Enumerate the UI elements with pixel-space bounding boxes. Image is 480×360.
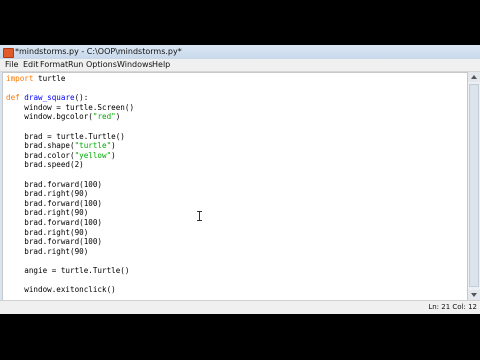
code-token: ) — [115, 112, 121, 122]
code-editor[interactable]: import turtle def draw_square(): window =… — [2, 72, 468, 302]
code-token: brad.forward(100) — [6, 237, 103, 247]
code-line[interactable]: window.exitonclick() — [6, 285, 134, 295]
code-token: brad.forward(100) — [6, 217, 103, 227]
code-token: turtle — [33, 74, 66, 83]
scroll-thumb[interactable] — [469, 84, 479, 287]
code-token: brad.right(90) — [6, 246, 89, 256]
code-line[interactable]: brad.forward(100) — [6, 199, 134, 209]
code-line[interactable] — [6, 170, 134, 180]
code-line[interactable]: brad.right(90) — [6, 228, 134, 238]
text-cursor-icon — [197, 211, 203, 221]
code-token: def — [6, 93, 20, 103]
code-token: "red" — [92, 112, 116, 122]
code-line[interactable]: window.bgcolor("red") — [6, 112, 134, 122]
code-token: "turtle" — [74, 141, 112, 151]
title-bar[interactable]: *mindstorms.py - C:\OOP\mindstorms.py* — [0, 45, 480, 60]
idle-editor-window: *mindstorms.py - C:\OOP\mindstorms.py* F… — [0, 45, 480, 314]
code-text[interactable]: import turtle def draw_square(): window =… — [6, 74, 134, 295]
code-line[interactable]: brad.shape("turtle") — [6, 141, 134, 151]
code-line[interactable]: brad.speed(2) — [6, 160, 134, 170]
code-line[interactable]: brad.right(90) — [6, 189, 134, 199]
code-line[interactable]: angie = turtle.Turtle() — [6, 266, 134, 276]
menu-bar: File Edit Format Run Options Windows Hel… — [0, 59, 480, 72]
code-token: window.exitonclick() — [6, 285, 116, 295]
code-line[interactable]: window = turtle.Screen() — [6, 103, 134, 113]
code-line[interactable] — [6, 84, 134, 94]
code-token: window.bgcolor( — [6, 112, 93, 122]
menu-help[interactable]: Help — [152, 59, 170, 71]
menu-file[interactable]: File — [5, 59, 18, 71]
code-token: ) — [111, 150, 116, 160]
code-token: brad.forward(100) — [6, 179, 103, 189]
menu-edit[interactable]: Edit — [23, 59, 39, 71]
menu-run[interactable]: Run — [68, 59, 83, 71]
cursor-position: Ln: 21 Col: 12 — [428, 303, 477, 311]
code-line[interactable]: brad.right(90) — [6, 247, 134, 257]
code-line[interactable]: import turtle — [6, 74, 134, 84]
code-token: brad.shape( — [6, 141, 75, 151]
code-token: angie = turtle.Turtle() — [6, 265, 130, 275]
window-title: *mindstorms.py - C:\OOP\mindstorms.py* — [15, 47, 182, 56]
code-token: brad.right(90) — [6, 227, 89, 237]
code-line[interactable]: brad.forward(100) — [6, 218, 134, 228]
code-token: brad.forward(100) — [6, 198, 103, 208]
code-token: import — [6, 74, 34, 83]
code-token: ) — [111, 141, 116, 151]
code-token: brad.right(90) — [6, 208, 89, 218]
code-line[interactable]: brad.color("yellow") — [6, 151, 134, 161]
code-token: draw_square — [24, 93, 75, 103]
code-token: brad.speed(2) — [6, 160, 84, 170]
python-file-icon — [3, 48, 14, 58]
code-line[interactable]: brad.right(90) — [6, 208, 134, 218]
code-token: brad.right(90) — [6, 189, 89, 199]
code-token: "yellow" — [74, 150, 112, 160]
status-bar: Ln: 21 Col: 12 — [0, 300, 480, 314]
code-token: window = turtle.Screen() — [6, 102, 135, 112]
menu-format[interactable]: Format — [40, 59, 68, 71]
menu-windows[interactable]: Windows — [117, 59, 153, 71]
code-line[interactable] — [6, 256, 134, 266]
code-token: brad = turtle.Turtle() — [6, 131, 125, 141]
code-line[interactable]: brad.forward(100) — [6, 237, 134, 247]
code-line[interactable] — [6, 122, 134, 132]
code-token: (): — [74, 93, 89, 103]
scroll-down-arrow-icon[interactable] — [468, 290, 480, 300]
code-line[interactable]: def draw_square(): — [6, 93, 134, 103]
code-line[interactable]: brad = turtle.Turtle() — [6, 132, 134, 142]
menu-options[interactable]: Options — [86, 59, 117, 71]
scroll-up-arrow-icon[interactable] — [468, 72, 480, 82]
code-line[interactable] — [6, 275, 134, 285]
code-line[interactable]: brad.forward(100) — [6, 180, 134, 190]
vertical-scrollbar[interactable] — [467, 72, 480, 300]
code-token: brad.color( — [6, 150, 75, 160]
